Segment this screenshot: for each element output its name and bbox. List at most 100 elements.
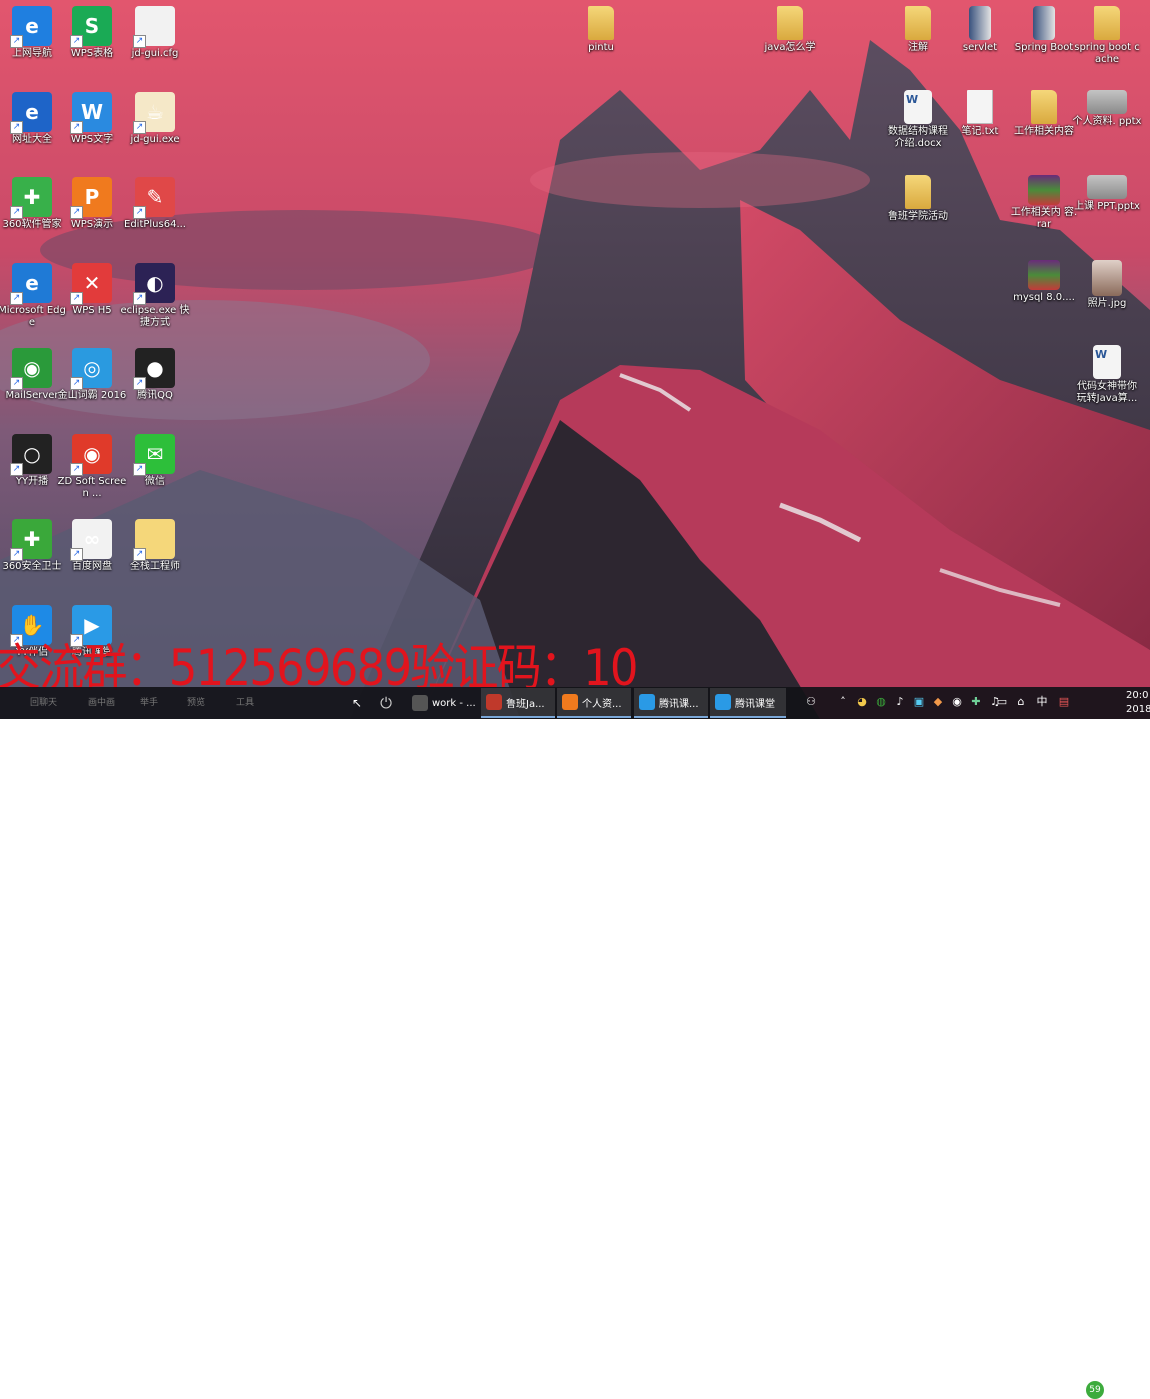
taskbar-clock[interactable]: 20:0 2018/6 — [1126, 689, 1150, 717]
desktop-icon[interactable]: 笔记.txt — [945, 90, 1015, 138]
taskbar-app-button[interactable]: 个人资... — [557, 688, 631, 718]
taskbar-power-area[interactable]: ↖ ⏻ — [347, 688, 407, 718]
book-icon — [1033, 6, 1055, 40]
clock-time: 20:0 — [1126, 690, 1149, 701]
desktop-icon[interactable]: 工作相关内 容.rar — [1009, 175, 1079, 231]
desktop-icon[interactable]: ◎ ↗ 金山词霸 2016 — [57, 348, 127, 402]
desktop-icon[interactable]: ✉ ↗ 微信 — [120, 433, 190, 488]
shortcut-arrow-icon: ↗ — [70, 377, 83, 390]
icon-glyph: ✕ — [83, 270, 101, 295]
desktop-icon-label: EditPlus64... — [124, 219, 186, 230]
360-icon[interactable]: ◍ — [874, 695, 888, 709]
network-icon[interactable]: ⌂ — [1014, 695, 1028, 709]
people-icon[interactable]: ⚇ — [804, 695, 818, 709]
taskbar-app-label: 鲁班Ja... — [506, 698, 545, 710]
desktop-icon[interactable]: 鲁班学院活动 — [883, 175, 953, 223]
photo-icon[interactable]: ▣ — [912, 695, 926, 709]
record-icon[interactable]: ◉ — [950, 695, 964, 709]
taskbar-app-button[interactable]: 腾讯课... — [634, 688, 708, 718]
desktop-icon-label: 全栈工程师 — [130, 561, 180, 572]
desktop-icon[interactable]: S ↗ WPS表格 — [57, 6, 127, 60]
file-icon: ↗ — [133, 6, 175, 48]
shortcut-arrow-icon: ↗ — [133, 462, 146, 476]
shortcut-arrow-icon: ↗ — [70, 548, 83, 561]
desktop-icon[interactable]: ◐ ↗ eclipse.exe 快捷方式 — [120, 262, 190, 329]
desktop-icon-label: 个人资料. pptx — [1072, 116, 1142, 127]
shortcut-arrow-icon: ↗ — [10, 377, 23, 390]
desktop-icon-label: spring boot cache — [1074, 42, 1140, 65]
chrome-icon[interactable]: ◕ — [855, 695, 869, 709]
ppt-icon — [1087, 175, 1127, 199]
taskbar-app-button[interactable]: 鲁班Ja... — [481, 688, 555, 718]
desktop-icon[interactable]: servlet — [945, 6, 1015, 54]
chevron-up-icon[interactable]: ˄ — [836, 695, 850, 709]
shortcut-arrow-icon: ↗ — [133, 35, 146, 48]
wps-icon[interactable]: ▤ — [1057, 695, 1071, 709]
notification-badge[interactable]: 59 — [1086, 1381, 1104, 1399]
desktop-icon[interactable]: ☕ ↗ jd-gui.exe — [120, 91, 190, 146]
gear-app-icon — [412, 695, 428, 711]
folder-icon — [905, 6, 931, 40]
taskbar-app-button[interactable]: work - ... — [407, 688, 479, 718]
desktop-icon[interactable]: ✎ ↗ EditPlus64... — [120, 177, 190, 231]
desktop-icon[interactable]: 数据结构课程 介绍.docx — [883, 90, 953, 150]
icon-glyph: ✚ — [23, 527, 41, 551]
desktop-icon[interactable]: 上课 PPT.pptx — [1072, 175, 1142, 213]
desktop-icon-label: 上课 PPT.pptx — [1074, 201, 1140, 212]
desktop-icon[interactable]: spring boot cache — [1072, 6, 1142, 66]
desktop-icon[interactable]: Spring Boot — [1009, 6, 1079, 54]
shortcut-arrow-icon: ↗ — [10, 291, 23, 305]
wps-presentation-icon — [562, 694, 578, 710]
desktop-icon-label: 微信 — [145, 475, 165, 487]
shortcut-arrow-icon: ↗ — [133, 120, 146, 134]
rar-icon — [1028, 175, 1060, 205]
cursor-icon: ↖ — [352, 696, 363, 710]
word-icon — [1093, 345, 1121, 379]
desktop-icon[interactable]: W ↗ WPS文字 — [57, 91, 127, 146]
desktop-icon[interactable]: 代码女神带你 玩转Java算... — [1072, 345, 1142, 405]
desktop-icon[interactable]: ∞ ↗ 百度网盘 — [57, 519, 127, 573]
desktop-icon[interactable]: ✕ ↗ WPS H5 — [57, 262, 127, 317]
desktop-icon[interactable]: ↗ 全栈工程师 — [120, 519, 190, 573]
ie-browser-icon: e ↗ — [10, 91, 52, 134]
taskbar-app-label: 腾讯课... — [659, 698, 699, 710]
desktop-icon-label: 笔记.txt — [961, 126, 999, 137]
shortcut-arrow-icon: ↗ — [10, 35, 23, 48]
desktop-icon-label: 数据结构课程 介绍.docx — [888, 126, 948, 149]
desktop-icon[interactable]: mysql 8.0.... — [1009, 260, 1079, 304]
pinned-faded-item: 工具 — [236, 698, 255, 708]
pinned-faded-item: 画中画 — [88, 698, 116, 708]
desktop-icon[interactable]: ↗ jd-gui.cfg — [120, 6, 190, 60]
taskbar-app-button[interactable]: 腾讯课堂 — [710, 688, 786, 718]
battery-icon[interactable]: ▭ — [995, 695, 1009, 709]
ime-icon[interactable]: 中 — [1035, 695, 1049, 709]
icon-glyph: ◉ — [23, 356, 41, 380]
desktop-icon-label: jd-gui.exe — [130, 133, 180, 145]
shortcut-arrow-icon: ↗ — [133, 548, 146, 561]
desktop-icon[interactable]: java怎么学 — [755, 6, 825, 54]
wps-presentation-icon: P ↗ — [70, 177, 112, 219]
desktop-icon[interactable]: 工作相关内容 — [1009, 90, 1079, 138]
desktop-icon[interactable]: 注解 — [883, 6, 953, 54]
bell-icon[interactable]: ♪ — [893, 695, 907, 709]
desktop-icon[interactable]: P ↗ WPS演示 — [57, 177, 127, 231]
icon-glyph: ✚ — [23, 185, 41, 209]
desktop-icon-label: 工作相关内容 — [1014, 126, 1074, 137]
baidu-netdisk-icon: ∞ ↗ — [70, 519, 112, 561]
desktop-icon[interactable]: ● ↗ 腾讯QQ — [120, 348, 190, 402]
desktop-icon[interactable]: 个人资料. pptx — [1072, 90, 1142, 128]
desktop-icon[interactable]: pintu — [566, 6, 636, 54]
pinned-faded-item: 举手 — [140, 698, 159, 708]
shortcut-arrow-icon: ↗ — [70, 35, 83, 48]
desktop-icon[interactable]: ◉ ↗ ZD Soft Screen ... — [57, 433, 127, 500]
desktop-icon-label: 腾讯QQ — [137, 390, 173, 401]
shield-icon[interactable]: ◆ — [931, 695, 945, 709]
wps-spreadsheet-icon: S ↗ — [70, 6, 112, 48]
plus-icon[interactable]: ✚ — [969, 695, 983, 709]
edge-icon: e ↗ — [10, 262, 52, 305]
shortcut-arrow-icon: ↗ — [10, 462, 23, 476]
desktop-icon[interactable]: 照片.jpg — [1072, 260, 1142, 310]
360-security-icon: ✚ ↗ — [10, 519, 52, 561]
luban-icon — [486, 694, 502, 710]
folder-icon — [1094, 6, 1120, 40]
